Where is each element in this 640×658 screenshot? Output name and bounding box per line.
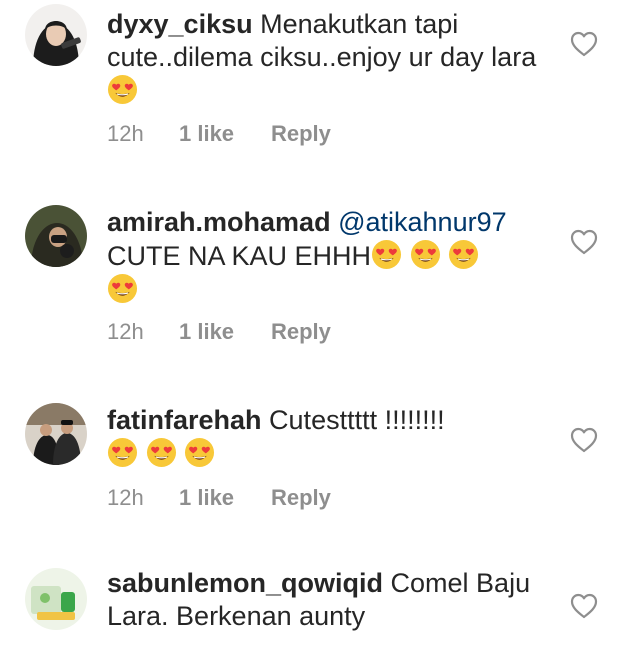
comment-body: dyxy_ciksu Menakutkan tapi cute..dilema … (107, 8, 547, 108)
avatar[interactable] (25, 568, 87, 630)
heart-eyes-emoji (107, 74, 138, 105)
reply-button[interactable]: Reply (271, 319, 331, 345)
comment-meta: 12h 1 like Reply (107, 485, 331, 511)
heart-eyes-emoji (107, 437, 138, 468)
comment-body: sabunlemon_qowiqid Comel Baju Lara. Berk… (107, 567, 547, 633)
comment-timestamp: 12h (107, 485, 144, 510)
heart-outline-icon[interactable] (570, 427, 598, 453)
comment-timestamp: 12h (107, 121, 144, 146)
heart-eyes-emoji (184, 437, 215, 468)
heart-eyes-emoji (410, 239, 441, 270)
avatar[interactable] (25, 4, 87, 66)
comment-mention[interactable]: @atikahnur97 (338, 207, 507, 237)
heart-eyes-emoji (107, 273, 138, 304)
avatar[interactable] (25, 403, 87, 465)
comment-username[interactable]: dyxy_ciksu (107, 9, 253, 39)
comment-meta: 12h 1 like Reply (107, 319, 331, 345)
comment-username[interactable]: amirah.mohamad (107, 207, 331, 237)
reply-button[interactable]: Reply (271, 485, 331, 511)
comment-body: amirah.mohamad @atikahnur97 CUTE NA KAU … (107, 206, 547, 307)
heart-outline-icon[interactable] (570, 593, 598, 619)
comment-likes-count[interactable]: 1 like (179, 319, 271, 345)
avatar[interactable] (25, 205, 87, 267)
reply-button[interactable]: Reply (271, 121, 331, 147)
comment-text: Cutesttttt !!!!!!!! (269, 405, 445, 435)
comment-timestamp: 12h (107, 319, 144, 344)
comment-body: fatinfarehah Cutesttttt !!!!!!!! (107, 404, 547, 471)
comment-username[interactable]: fatinfarehah (107, 405, 262, 435)
heart-eyes-emoji (146, 437, 177, 468)
comment-text: CUTE NA KAU EHHH (107, 241, 372, 271)
comment-username[interactable]: sabunlemon_qowiqid (107, 568, 383, 598)
comment-list: dyxy_ciksu Menakutkan tapi cute..dilema … (0, 0, 640, 658)
heart-eyes-emoji (448, 239, 479, 270)
heart-outline-icon[interactable] (570, 229, 598, 255)
heart-outline-icon[interactable] (570, 31, 598, 57)
comment-meta: 12h 1 like Reply (107, 121, 331, 147)
heart-eyes-emoji (371, 239, 402, 270)
comment-likes-count[interactable]: 1 like (179, 121, 271, 147)
comment-likes-count[interactable]: 1 like (179, 485, 271, 511)
